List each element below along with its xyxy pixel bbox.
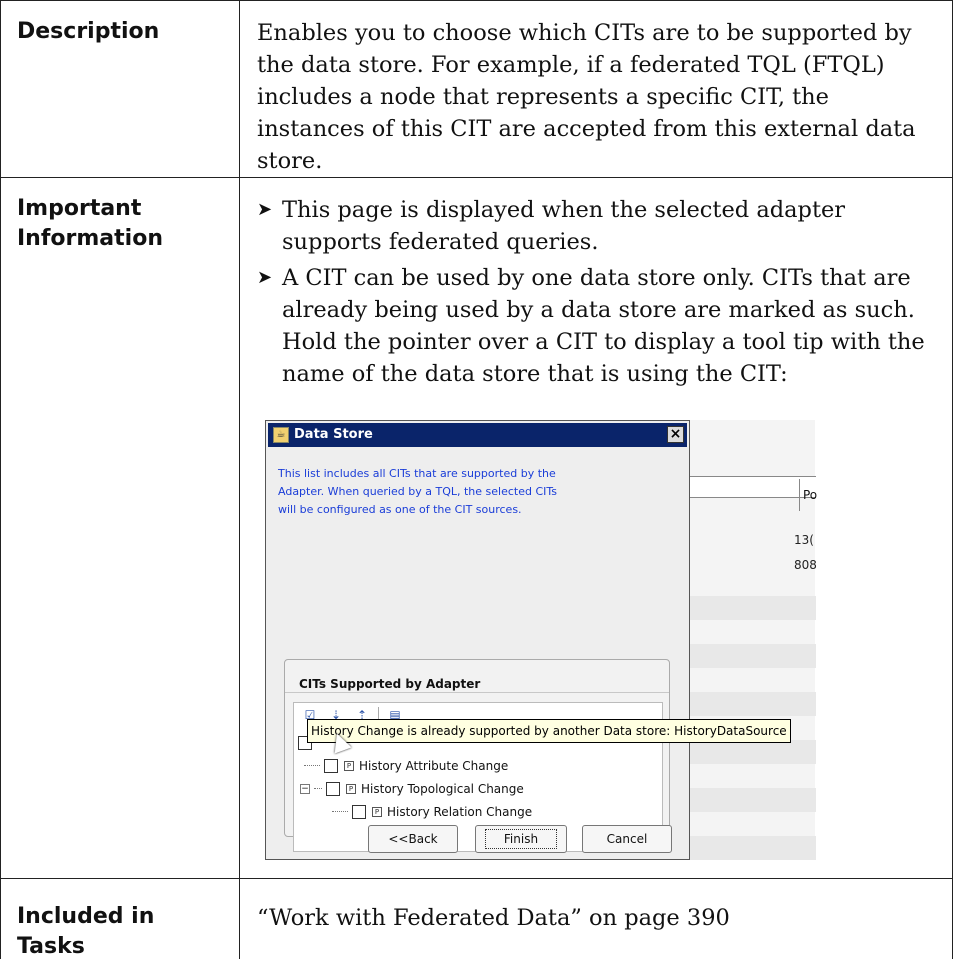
- back-button[interactable]: <<Back: [368, 825, 458, 853]
- bullet-arrow-icon: ➤: [257, 267, 273, 288]
- bullet-text: A CIT can be used by one data store only…: [282, 265, 925, 387]
- background-row: [686, 596, 816, 620]
- cit-icon: P: [344, 760, 354, 771]
- background-row: [686, 788, 816, 812]
- background-row: [686, 644, 816, 668]
- dialog-description: This list includes all CITs that are sup…: [278, 467, 558, 516]
- tree-connector: [332, 811, 348, 812]
- data-store-dialog: ☕ Data Store × This list includes all CI…: [265, 420, 690, 860]
- data-store-screenshot: Po 13( 808 ☕ Data Store × This list incl…: [265, 420, 825, 860]
- important-information-label: Important Information: [0, 177, 240, 879]
- dialog-title: Data Store: [294, 427, 373, 442]
- task-link[interactable]: “Work with Federated Data” on page 390: [239, 878, 953, 959]
- node-checkbox[interactable]: [324, 758, 338, 773]
- included-in-tasks-label: Included in Tasks: [0, 878, 240, 959]
- background-row: [686, 692, 816, 716]
- background-column-label: Po: [799, 479, 817, 511]
- background-column-header: Po: [686, 476, 817, 511]
- tree-node-history-relation-change: P History Relation Change: [298, 800, 532, 823]
- background-row: [686, 836, 816, 860]
- collapse-node-icon[interactable]: −: [300, 783, 310, 794]
- description-text: Enables you to choose which CITs are to …: [239, 0, 953, 178]
- cit-icon: P: [372, 806, 382, 817]
- properties-table: Description Enables you to choose which …: [0, 0, 953, 959]
- bullet-text: This page is displayed when the selected…: [282, 197, 846, 255]
- description-label: Description: [0, 0, 240, 178]
- close-button[interactable]: ×: [667, 426, 684, 443]
- java-app-icon: ☕: [273, 427, 289, 443]
- background-row: [686, 740, 816, 764]
- tree-connector: [314, 788, 322, 789]
- important-information-content: ➤ This page is displayed when the select…: [239, 177, 953, 879]
- dialog-titlebar: ☕ Data Store ×: [268, 423, 687, 447]
- included-in-tasks-row: Included in Tasks “Work with Federated D…: [0, 878, 953, 959]
- bullet-item: ➤ This page is displayed when the select…: [257, 194, 938, 258]
- cancel-button[interactable]: Cancel: [582, 825, 672, 853]
- group-title: CITs Supported by Adapter: [299, 677, 481, 691]
- background-grid: Po 13( 808: [685, 420, 817, 860]
- finish-button[interactable]: Finish: [475, 825, 567, 853]
- tree-connector: [304, 765, 320, 766]
- node-label: History Relation Change: [387, 804, 533, 819]
- node-checkbox[interactable]: [326, 781, 340, 796]
- cit-icon: P: [346, 783, 356, 794]
- bullet-item: ➤ A CIT can be used by one data store on…: [257, 262, 938, 390]
- bullet-arrow-icon: ➤: [257, 199, 273, 220]
- tooltip: History Change is already supported by a…: [307, 719, 791, 743]
- group-divider: [285, 692, 669, 693]
- background-value: 808: [794, 558, 817, 572]
- finish-label: Finish: [484, 829, 558, 849]
- node-checkbox[interactable]: [352, 804, 366, 819]
- important-information-row: Important Information ➤ This page is dis…: [0, 177, 953, 879]
- description-row: Description Enables you to choose which …: [0, 0, 953, 178]
